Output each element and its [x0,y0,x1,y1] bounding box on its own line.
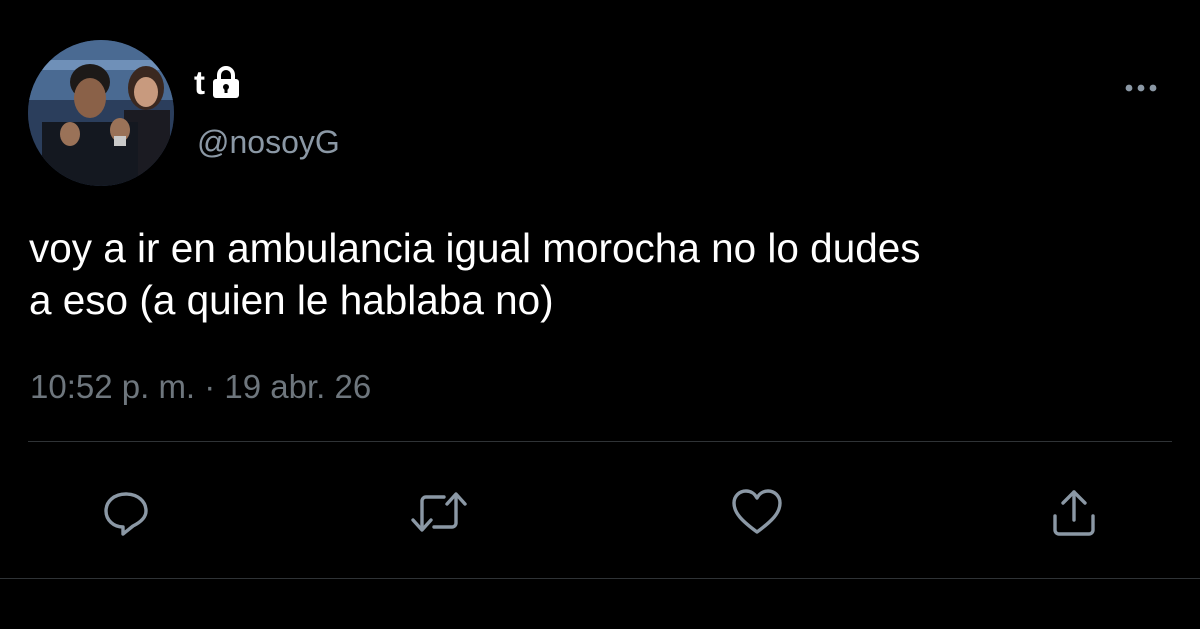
heart-icon [730,487,784,537]
divider [0,578,1200,579]
retweet-icon [410,487,468,537]
reply-icon [101,487,151,537]
display-name-row: t [194,62,244,102]
user-handle[interactable]: @nosoyG [197,126,340,158]
share-button[interactable] [1048,486,1100,538]
more-options-icon[interactable] [1120,78,1162,98]
avatar-photo [28,40,174,186]
share-icon [1049,486,1099,538]
tweet-text: voy a ir en ambulancia igual morocha no … [29,225,921,323]
tweet-timestamp[interactable]: 10:52 p. m. · 19 abr. 26 [30,370,371,403]
tweet-card: t @nosoyG voy a ir en ambulancia igual m… [0,0,1200,629]
like-button[interactable] [731,486,783,538]
divider [28,441,1172,442]
lock-icon [208,65,244,99]
retweet-button[interactable] [410,486,468,538]
reply-button[interactable] [100,486,152,538]
display-name[interactable]: t [194,66,205,99]
avatar[interactable] [28,40,174,186]
